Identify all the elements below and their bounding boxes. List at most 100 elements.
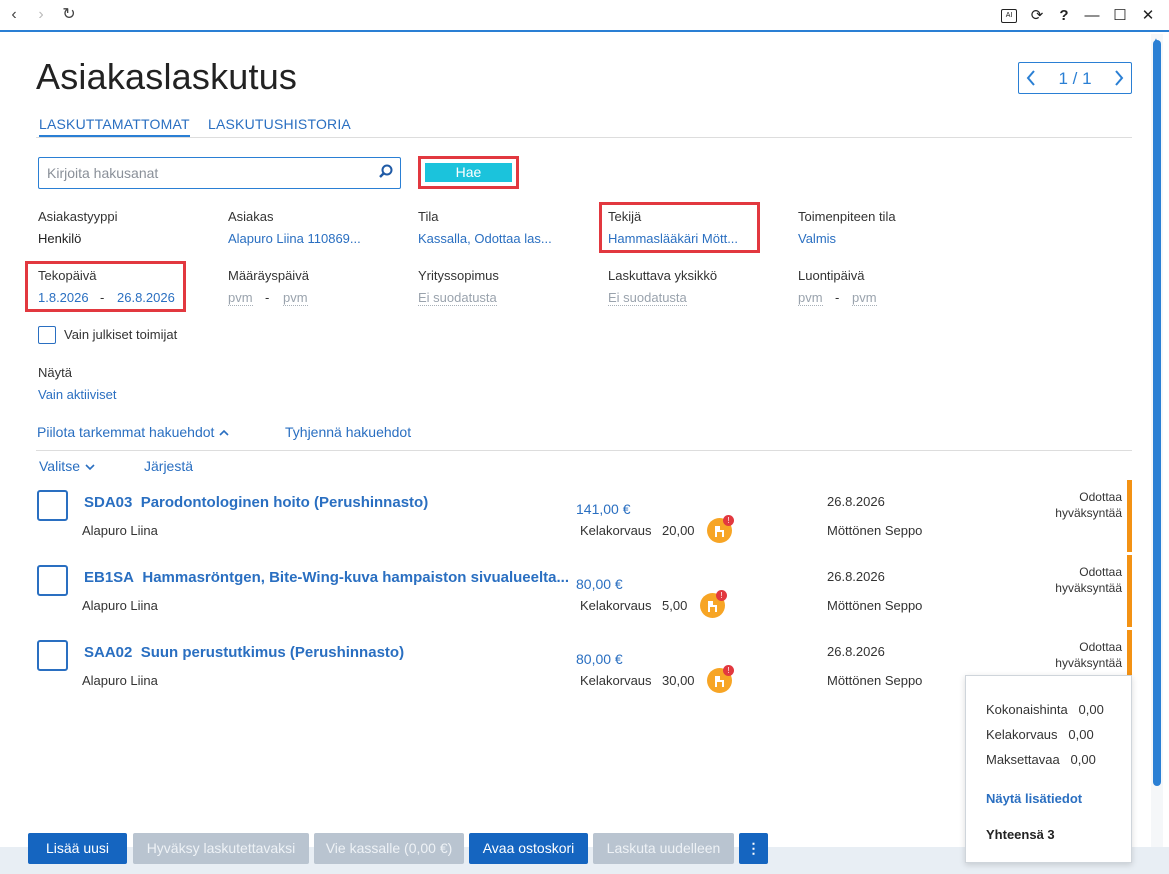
row-customer: Alapuro Liina	[82, 673, 158, 688]
row-date: 26.8.2026	[827, 494, 885, 509]
minimize-button[interactable]: —	[1083, 7, 1101, 25]
page-title: Asiakaslaskutus	[36, 56, 298, 97]
row-checkbox[interactable]	[37, 490, 68, 521]
scrollbar-thumb[interactable]	[1153, 40, 1161, 786]
back-button[interactable]: ‹	[5, 6, 23, 24]
show-label: Näytä	[38, 365, 72, 380]
close-button[interactable]: ✕	[1139, 7, 1157, 25]
filter-label-tila: Tila	[418, 209, 439, 224]
row-name: Suun perustutkimus (Perushinnasto)	[140, 644, 405, 661]
row-status: Odottaa hyväksyntää	[1000, 564, 1122, 596]
status-bar	[1127, 555, 1132, 627]
show-value[interactable]: Vain aktiiviset	[38, 387, 117, 402]
select-menu[interactable]: Valitse	[39, 458, 96, 475]
tab-laskutushistoria[interactable]: LASKUTUSHISTORIA	[208, 116, 351, 132]
row-title[interactable]: SAA02 Suun perustutkimus (Perushinnasto)	[84, 644, 574, 661]
row-title[interactable]: SDA03 Parodontologinen hoito (Perushinna…	[84, 494, 574, 511]
kela-icon: !	[707, 665, 734, 693]
maximize-icon: ☐	[1113, 7, 1127, 24]
row-kela-value: 30,00	[662, 673, 695, 688]
more-icon: ⋮	[746, 840, 761, 856]
more-button[interactable]: ⋮	[739, 833, 768, 864]
search-input[interactable]	[47, 165, 367, 181]
filter-label-toimenpiteen-tila: Toimenpiteen tila	[798, 209, 896, 224]
row-doctor: Möttönen Seppo	[827, 673, 923, 688]
range-separator: -	[100, 290, 105, 305]
clear-filters-link[interactable]: Tyhjennä hakuehdot	[285, 424, 411, 440]
luontipaiva-to[interactable]: pvm	[852, 290, 877, 306]
kela-icon: !	[700, 590, 727, 618]
approve-button[interactable]: Hyväksy laskutettavaksi	[133, 833, 309, 864]
filter-value-laskuttava-yksikko[interactable]: Ei suodatusta	[608, 290, 687, 306]
maarayspaiva-to[interactable]: pvm	[283, 290, 308, 306]
row-date: 26.8.2026	[827, 644, 885, 659]
summary-pay-value: 0,00	[1070, 752, 1096, 767]
summary-count: Yhteensä 3	[986, 827, 1055, 842]
to-cashier-button[interactable]: Vie kassalle (0,00 €)	[314, 833, 464, 864]
add-new-button[interactable]: Lisää uusi	[28, 833, 127, 864]
summary-pay-label: Maksettavaa	[986, 752, 1060, 767]
row-price: 80,00 €	[576, 576, 623, 592]
scroll-up-icon[interactable]: ▲	[1152, 36, 1160, 45]
tab-laskuttamattomat[interactable]: LASKUTTAMATTOMAT	[39, 116, 190, 137]
minimize-icon: —	[1084, 7, 1100, 24]
row-doctor: Möttönen Seppo	[827, 598, 923, 613]
summary-total: Kokonaishinta 0,00	[986, 702, 1104, 717]
hide-filters-link[interactable]: Piilota tarkemmat hakuehdot	[37, 424, 230, 441]
kela-icon: !	[707, 515, 734, 543]
maximize-button[interactable]: ☐	[1111, 7, 1129, 25]
search-button[interactable]: Hae	[425, 163, 512, 182]
tab-bar: LASKUTTAMATTOMAT LASKUTUSHISTORIA	[36, 114, 1132, 138]
row-kela-label: Kelakorvaus	[580, 523, 652, 538]
filter-value-toimenpiteen-tila[interactable]: Valmis	[798, 231, 836, 246]
show-details-link[interactable]: Näytä lisätiedot	[986, 791, 1082, 806]
summary-total-label: Kokonaishinta	[986, 702, 1068, 717]
hide-filters-label: Piilota tarkemmat hakuehdot	[37, 424, 215, 440]
row-title[interactable]: EB1SA Hammasröntgen, Bite-Wing-kuva hamp…	[84, 569, 574, 586]
row-checkbox[interactable]	[37, 565, 68, 596]
luontipaiva-from[interactable]: pvm	[798, 290, 823, 306]
row-name: Parodontologinen hoito (Perushinnasto)	[140, 494, 429, 511]
reinvoice-button[interactable]: Laskuta uudelleen	[593, 833, 734, 864]
row-code: EB1SA	[84, 569, 135, 586]
row-status-line2: hyväksyntää	[1055, 656, 1122, 670]
public-only-checkbox[interactable]	[38, 326, 56, 344]
tekopaiva-from[interactable]: 1.8.2026	[38, 290, 89, 305]
filter-label-maarayspaiva: Määräyspäivä	[228, 268, 309, 283]
row-status-line1: Odottaa	[1079, 565, 1122, 579]
refresh-button[interactable]: ↻	[60, 6, 78, 24]
filter-value-tekija[interactable]: Hammaslääkäri Mött...	[608, 231, 738, 246]
range-separator: -	[835, 290, 840, 305]
filter-label-asiakastyyppi: Asiakastyyppi	[38, 209, 118, 224]
help-button[interactable]: ?	[1055, 7, 1073, 25]
filter-value-tila[interactable]: Kassalla, Odottaa las...	[418, 231, 552, 246]
filter-label-tekija: Tekijä	[608, 209, 642, 224]
filter-value-yrityssopimus[interactable]: Ei suodatusta	[418, 290, 497, 306]
row-status: Odottaa hyväksyntää	[1000, 639, 1122, 671]
search-button-highlight: Hae	[418, 156, 519, 189]
back-icon: ‹	[11, 6, 17, 23]
chevron-down-icon	[84, 459, 96, 475]
chevron-up-icon	[218, 425, 230, 441]
chevron-right-icon[interactable]	[1113, 69, 1125, 92]
divider	[36, 450, 1132, 451]
summary-kela: Kelakorvaus 0,00	[986, 727, 1094, 742]
tekopaiva-to[interactable]: 26.8.2026	[117, 290, 175, 305]
row-status-line2: hyväksyntää	[1055, 506, 1122, 520]
open-cart-button[interactable]: Avaa ostoskori	[469, 833, 588, 864]
help-icon: ?	[1059, 7, 1069, 24]
row-name: Hammasröntgen, Bite-Wing-kuva hampaiston…	[142, 569, 569, 586]
ai-button[interactable]: AI	[1001, 9, 1017, 23]
row-checkbox[interactable]	[37, 640, 68, 671]
sort-menu[interactable]: Järjestä	[144, 458, 193, 474]
filter-value-asiakas[interactable]: Alapuro Liina 110869...	[228, 231, 361, 246]
summary-total-value: 0,00	[1078, 702, 1104, 717]
history-button[interactable]: ⟳	[1028, 7, 1046, 25]
search-icon[interactable]	[378, 164, 394, 185]
forward-button[interactable]: ›	[32, 6, 50, 24]
refresh-icon: ↻	[62, 6, 76, 23]
row-doctor: Möttönen Seppo	[827, 523, 923, 538]
maarayspaiva-from[interactable]: pvm	[228, 290, 253, 306]
row-date: 26.8.2026	[827, 569, 885, 584]
row-kela-label: Kelakorvaus	[580, 673, 652, 688]
